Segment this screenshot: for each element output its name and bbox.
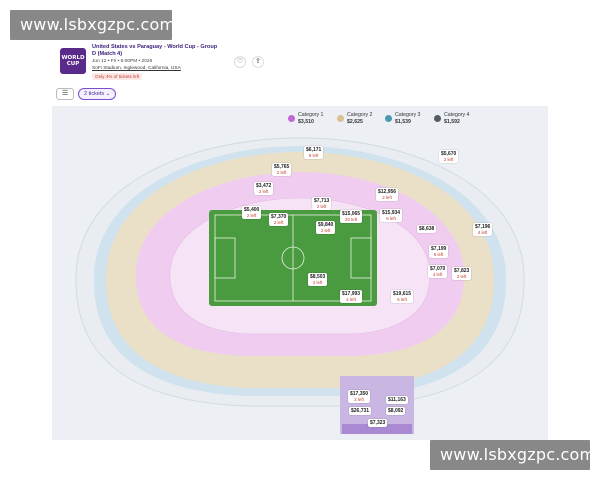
tickets-quantity-dropdown[interactable]: 2 tickets ⌄ (78, 88, 117, 100)
price-tag[interactable]: $7,323 (368, 419, 388, 427)
venue-link[interactable]: SoFi Stadium, Inglewood, California, USA (92, 66, 181, 71)
tickets-left: 2 left (456, 274, 467, 279)
price-tag[interactable]: $26,731 (349, 407, 372, 415)
price-tag[interactable]: $9,840 2 left (316, 221, 336, 234)
price-tag[interactable]: $7,199 6 left (429, 245, 449, 258)
price: $8,092 (388, 408, 404, 414)
tickets-left: 2 left (320, 228, 331, 233)
legend-price: $2,625 (347, 119, 363, 125)
legend-price: $1,592 (444, 119, 460, 125)
tickets-left: 4 left (346, 297, 356, 302)
price-tag[interactable]: $17,350 2 left (348, 390, 371, 403)
legend-price: $3,510 (298, 119, 314, 125)
price-tag[interactable]: $5,765 2 left (272, 163, 292, 176)
tickets-left: 6 left (433, 252, 444, 257)
seat-map[interactable] (52, 106, 548, 440)
watermark-top: www.lsbxgzpc.com (10, 10, 175, 40)
price-tag[interactable]: $6,171 8 left (304, 146, 324, 159)
price-tag[interactable]: $5,670 2 left (439, 150, 459, 163)
watermark-bottom: www.lsbxgzpc.com (430, 440, 595, 470)
price-tag[interactable]: $7,070 4 left (428, 265, 448, 278)
share-icon[interactable]: ⇪ (252, 56, 264, 68)
price-tag[interactable]: $8,503 2 left (308, 273, 328, 286)
price-tag[interactable]: $7,713 2 left (312, 197, 332, 210)
price-tag[interactable]: $7,196 4 left (473, 223, 493, 236)
price-tag[interactable]: $7,370 2 left (269, 213, 289, 226)
tickets-left: 2 left (258, 189, 269, 194)
legend-name: Category 2 (347, 112, 373, 118)
event-header: WORLD CUP United States vs Paraguay - Wo… (60, 44, 280, 84)
legend-name: Category 4 (444, 112, 470, 118)
tickets-left: 2 left (276, 170, 287, 175)
event-date: Jun 12 • Fri • 6:00PM • 2026 (92, 59, 153, 64)
price: $7,323 (370, 420, 386, 426)
heart-icon[interactable]: ♡ (234, 56, 246, 68)
price-tag[interactable]: $15,934 6 left (380, 209, 403, 222)
legend-dot (385, 115, 392, 122)
price-tag[interactable]: $19,615 6 left (391, 290, 414, 303)
tickets-left: 2 left (312, 280, 323, 285)
price-tag[interactable]: $7,823 2 left (452, 267, 472, 280)
legend-dot (434, 115, 441, 122)
price-tag[interactable]: $11,163 (386, 396, 408, 404)
price: $26,731 (351, 408, 370, 414)
price: $8,638 (419, 226, 435, 232)
tickets-left: 6 left (386, 216, 396, 221)
price-tag[interactable]: $15,065 20 left (340, 210, 363, 223)
stadium-map-svg (75, 137, 525, 434)
price: $11,163 (388, 397, 406, 403)
price-tag[interactable]: $3,472 2 left (254, 182, 274, 195)
legend-price: $1,539 (395, 119, 411, 125)
tickets-left: 2 left (443, 157, 454, 162)
tickets-left: 2 left (354, 397, 364, 402)
price-tag[interactable]: $8,092 (386, 407, 406, 415)
sliders-icon[interactable]: ☰ (56, 88, 74, 100)
page: www.lsbxgzpc.com WORLD CUP United States… (0, 0, 600, 480)
tickets-left: 8 left (308, 153, 319, 158)
legend-name: Category 3 (395, 112, 421, 118)
tickets-left: 2 left (382, 195, 392, 200)
tickets-left: 6 left (397, 297, 407, 302)
legend-dot (337, 115, 344, 122)
event-title: United States vs Paraguay - World Cup - … (92, 44, 218, 57)
tickets-left: 20 left (345, 217, 358, 222)
price-tag[interactable]: $8,638 (417, 225, 437, 233)
tickets-left: 2 left (246, 213, 257, 218)
world-cup-logo: WORLD CUP (60, 48, 86, 74)
tickets-left: 2 left (316, 204, 327, 209)
legend-dot (288, 115, 295, 122)
legend-name: Category 1 (298, 112, 324, 118)
tickets-left: 4 left (432, 272, 443, 277)
scarcity-badge: Only 4% of tickets left (92, 73, 143, 80)
tickets-left: 4 left (477, 230, 488, 235)
price-tag[interactable]: $5,400 2 left (242, 206, 262, 219)
price-tag[interactable]: $12,956 2 left (376, 188, 399, 201)
price-tag[interactable]: $17,993 4 left (340, 290, 363, 303)
tickets-left: 2 left (273, 220, 284, 225)
